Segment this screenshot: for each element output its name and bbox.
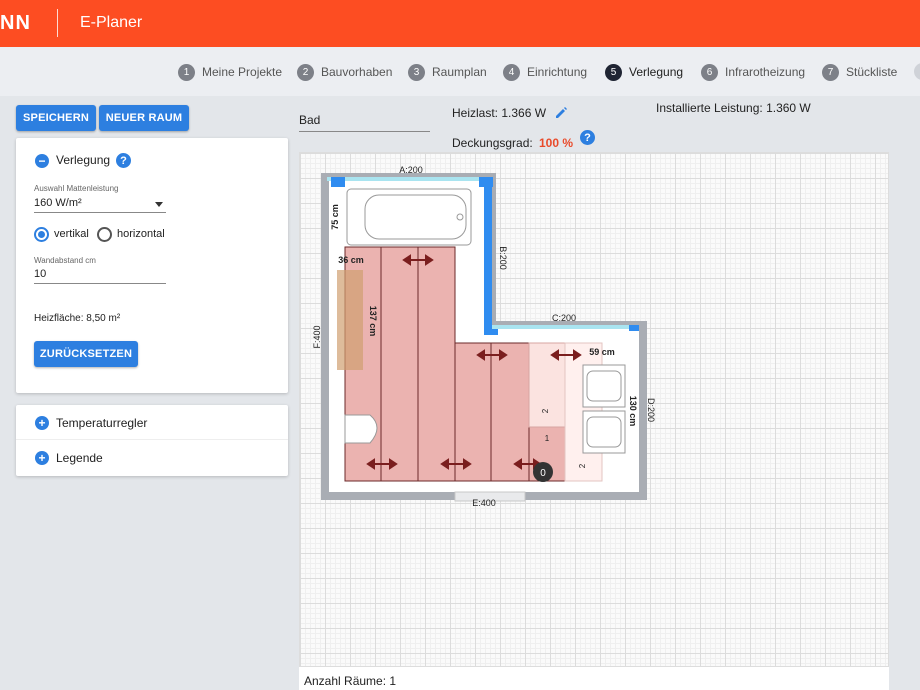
chevron-down-icon[interactable] xyxy=(155,202,163,207)
bathtub-drain xyxy=(456,213,464,221)
step-label: Einrichtung xyxy=(527,65,588,79)
step-bauvorhaben[interactable]: 2 Bauvorhaben xyxy=(297,63,392,81)
step-label: Meine Projekte xyxy=(202,65,283,79)
top-bar: NN E-Planer xyxy=(0,0,920,47)
help-icon[interactable]: ? xyxy=(116,153,131,168)
heating-mat xyxy=(417,246,456,482)
step-label: Stückliste xyxy=(846,65,898,79)
wall-b-highlight xyxy=(484,177,492,331)
expand-icon: + xyxy=(35,451,49,465)
verlegung-panel: − Verlegung ? Auswahl Mattenleistung 160… xyxy=(16,138,288,393)
input-underline xyxy=(34,283,166,284)
legende-label: Legende xyxy=(56,451,103,465)
horizontal-radio[interactable] xyxy=(97,227,112,242)
footer-bar: Anzahl Räume: 1 xyxy=(299,667,889,690)
vertical-label: vertikal xyxy=(54,228,89,240)
matte-select[interactable]: 160 W/m² xyxy=(34,197,82,209)
heating-mat xyxy=(454,342,492,482)
expand-icon: + xyxy=(35,416,49,430)
temperaturregler-item[interactable]: + Temperaturregler xyxy=(16,405,288,440)
wall-label-e: E:400 xyxy=(472,498,496,508)
horizontal-label: horizontal xyxy=(117,228,165,240)
room-name[interactable]: Bad xyxy=(299,113,320,127)
accordion-panel: + Temperaturregler + Legende xyxy=(16,405,288,476)
wandabstand-input[interactable]: 10 xyxy=(34,268,46,280)
app-title: E-Planer xyxy=(80,14,143,31)
installed-power: Installierte Leistung: 1.360 W xyxy=(656,101,811,115)
floor-plan: 0 A:200 B:200 C:200 D:200 E:400 F:400 75… xyxy=(312,165,656,508)
step-number: 7 xyxy=(822,63,839,81)
step-stueckliste[interactable]: 7 Stückliste xyxy=(822,63,897,81)
cabinet xyxy=(337,270,363,370)
save-button[interactable]: SPEICHERN xyxy=(16,105,96,131)
step-infrarotheizung[interactable]: 6 Infrarotheizung xyxy=(701,63,805,81)
heating-mat xyxy=(490,342,530,482)
dim-75: 75 cm xyxy=(330,204,340,230)
step-number: 5 xyxy=(605,63,622,81)
step-label: Bauvorhaben xyxy=(321,65,393,79)
step-label: Infrarotheizung xyxy=(725,65,806,79)
step-navigation: 1 Meine Projekte 2 Bauvorhaben 3 Raumplan 4… xyxy=(0,47,920,96)
wall-a-highlight xyxy=(327,177,489,181)
dim-59: 59 cm xyxy=(589,347,615,357)
wall-c-highlight xyxy=(492,325,635,329)
reset-button[interactable]: ZURÜCKSETZEN xyxy=(34,341,138,367)
step-next-circle[interactable] xyxy=(914,63,920,80)
corner-marker xyxy=(629,325,639,331)
sink-basin xyxy=(586,416,622,448)
help-icon[interactable]: ? xyxy=(580,130,595,145)
select-underline xyxy=(34,212,166,213)
floor-plan-canvas[interactable]: 0 A:200 B:200 C:200 D:200 E:400 F:400 75… xyxy=(299,152,889,667)
small-label: 2 xyxy=(541,408,550,413)
step-verlegung[interactable]: 5 Verlegung xyxy=(605,63,683,81)
dim-130: 130 cm xyxy=(628,396,638,427)
step-label: Raumplan xyxy=(432,65,487,79)
corner-marker xyxy=(479,177,493,187)
wall-label-a: A:200 xyxy=(399,165,423,175)
dim-36: 36 cm xyxy=(338,255,364,265)
wall-label-d: D:200 xyxy=(646,398,656,422)
heizlast-text: Heizlast: 1.366 W xyxy=(452,106,547,120)
step-number: 3 xyxy=(408,63,425,81)
wandabstand-label: Wandabstand cm xyxy=(34,256,96,265)
matte-label: Auswahl Mattenleistung xyxy=(34,184,119,193)
deckung-value: 100 % xyxy=(539,136,574,150)
step-number: 6 xyxy=(701,63,718,81)
thermostat-label: 0 xyxy=(540,468,546,479)
step-number: 4 xyxy=(503,63,520,81)
new-room-button[interactable]: NEUER RAUM xyxy=(99,105,189,131)
corner-marker xyxy=(331,177,345,187)
dim-137: 137 cm xyxy=(368,306,378,337)
heizflaeche-text: Heizfläche: 8,50 m² xyxy=(34,313,121,324)
logo: NN xyxy=(0,12,31,34)
bathtub-inner xyxy=(364,194,467,240)
step-einrichtung[interactable]: 4 Einrichtung xyxy=(503,63,587,81)
vertical-radio[interactable] xyxy=(34,227,49,242)
wall-label-c: C:200 xyxy=(552,313,576,323)
collapse-icon[interactable]: − xyxy=(35,154,49,168)
step-label: Verlegung xyxy=(629,65,684,79)
step-raumplan[interactable]: 3 Raumplan xyxy=(408,63,487,81)
toilet xyxy=(344,414,378,444)
sink-basin xyxy=(586,370,622,402)
deckung-label: Deckungsgrad: xyxy=(452,136,533,150)
verlegung-title: Verlegung xyxy=(56,153,111,167)
logo-divider xyxy=(57,9,58,37)
step-meine-projekte[interactable]: 1 Meine Projekte xyxy=(178,63,282,81)
edit-icon[interactable] xyxy=(554,106,568,120)
wall-label-b: B:200 xyxy=(498,246,508,270)
step-number: 2 xyxy=(297,63,314,81)
room-name-underline xyxy=(299,131,430,132)
small-label: 2 xyxy=(578,463,587,468)
room-count: Anzahl Räume: 1 xyxy=(304,674,397,688)
small-label: 1 xyxy=(545,434,550,443)
wall-label-f: F:400 xyxy=(312,325,322,348)
step-number: 1 xyxy=(178,63,195,81)
heating-mat xyxy=(380,246,419,482)
temperaturregler-label: Temperaturregler xyxy=(56,416,148,430)
legende-item[interactable]: + Legende xyxy=(16,441,288,476)
